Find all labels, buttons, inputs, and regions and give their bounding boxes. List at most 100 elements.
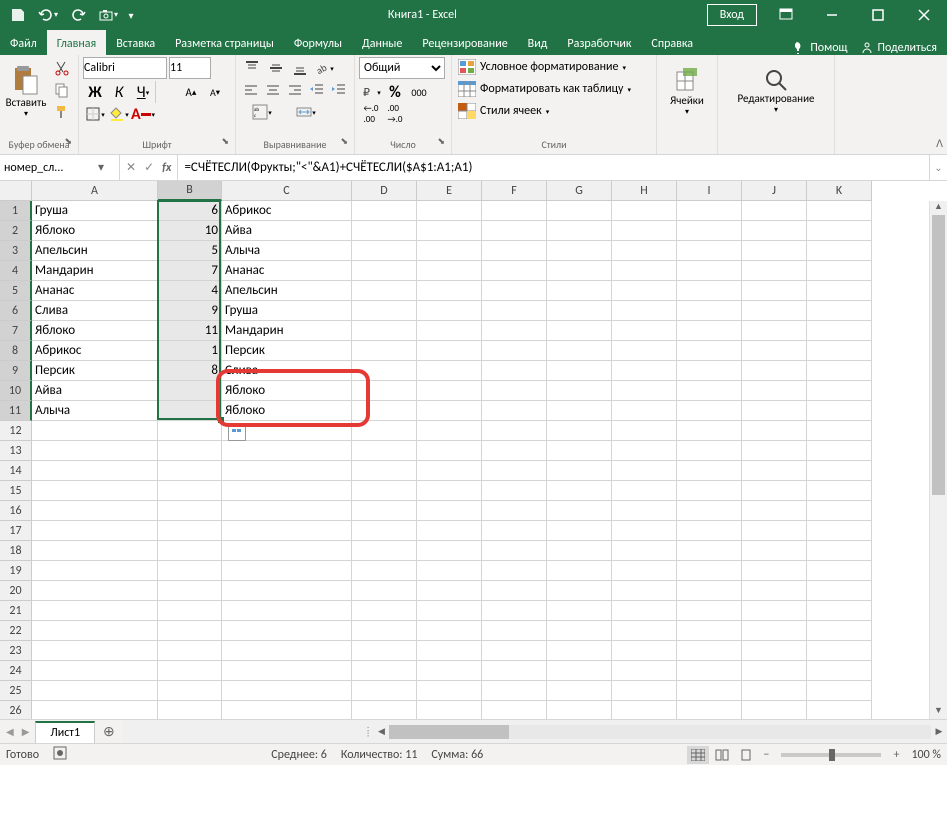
cell[interactable] (482, 701, 547, 719)
row-header[interactable]: 16 (0, 501, 32, 521)
cell[interactable] (677, 241, 742, 261)
row-header[interactable]: 25 (0, 681, 32, 701)
conditional-formatting-button[interactable]: Условное форматирование▾ (456, 57, 652, 77)
italic-button[interactable]: К (107, 81, 131, 103)
cell[interactable]: Персик (222, 341, 352, 361)
cell[interactable] (417, 241, 482, 261)
cell[interactable]: Груша (32, 201, 158, 221)
row-header[interactable]: 3 (0, 241, 32, 261)
cell[interactable] (677, 201, 742, 221)
cell[interactable] (807, 361, 872, 381)
cell[interactable]: 6 (158, 201, 222, 221)
percent-format-button[interactable]: % (383, 81, 407, 103)
cell[interactable] (352, 241, 417, 261)
cell[interactable] (482, 681, 547, 701)
cell[interactable] (807, 501, 872, 521)
cell[interactable]: 4 (158, 281, 222, 301)
cell[interactable]: Мандарин (222, 321, 352, 341)
vscroll-thumb[interactable] (932, 215, 945, 495)
name-box-dropdown-icon[interactable]: ▾ (94, 160, 108, 175)
cell[interactable] (32, 701, 158, 719)
cell[interactable] (612, 261, 677, 281)
cell[interactable] (612, 361, 677, 381)
cell[interactable] (352, 441, 417, 461)
cell[interactable] (677, 701, 742, 719)
cell[interactable] (352, 261, 417, 281)
cell[interactable] (158, 381, 222, 401)
cell[interactable] (352, 461, 417, 481)
sheet-nav-next-icon[interactable]: ▶ (22, 725, 30, 738)
cell[interactable] (547, 541, 612, 561)
cell[interactable] (32, 541, 158, 561)
cell[interactable] (417, 341, 482, 361)
cell[interactable]: Яблоко (222, 381, 352, 401)
cell[interactable] (742, 501, 807, 521)
align-right-button[interactable] (284, 79, 306, 101)
cell[interactable] (417, 281, 482, 301)
cell[interactable] (742, 241, 807, 261)
cell[interactable] (547, 421, 612, 441)
cell[interactable] (742, 561, 807, 581)
cell[interactable] (612, 221, 677, 241)
row-header[interactable]: 26 (0, 701, 32, 719)
font-name-input[interactable] (83, 57, 167, 79)
paste-button[interactable]: Вставить ▾ (4, 57, 48, 125)
qat-redo-icon[interactable] (64, 2, 92, 28)
cell[interactable] (677, 301, 742, 321)
cell[interactable] (742, 581, 807, 601)
cell[interactable] (32, 461, 158, 481)
number-launcher-icon[interactable]: ⬊ (437, 136, 445, 147)
cell[interactable] (222, 701, 352, 719)
cell[interactable]: Ананас (222, 261, 352, 281)
cell[interactable] (677, 221, 742, 241)
cell[interactable] (612, 441, 677, 461)
cell[interactable] (807, 241, 872, 261)
row-header[interactable]: 23 (0, 641, 32, 661)
cell[interactable] (742, 261, 807, 281)
cell[interactable] (352, 521, 417, 541)
font-color-button[interactable]: А▾ (131, 103, 155, 125)
cell[interactable] (677, 521, 742, 541)
font-launcher-icon[interactable]: ⬊ (221, 136, 229, 147)
cell[interactable] (677, 341, 742, 361)
merge-button[interactable]: ▾ (284, 101, 328, 123)
cell[interactable] (742, 601, 807, 621)
align-bottom-button[interactable] (288, 57, 312, 79)
close-icon[interactable] (901, 0, 947, 30)
cell[interactable] (417, 701, 482, 719)
cell[interactable] (482, 481, 547, 501)
row-header[interactable]: 6 (0, 301, 32, 321)
column-header[interactable]: B (158, 181, 222, 201)
cell[interactable]: Апельсин (32, 241, 158, 261)
orientation-button[interactable]: ab▾ (312, 57, 336, 79)
cell[interactable] (547, 241, 612, 261)
cell[interactable] (352, 301, 417, 321)
vertical-scrollbar[interactable]: ▲ ▼ (929, 201, 947, 719)
cell[interactable] (222, 661, 352, 681)
cell[interactable] (612, 401, 677, 421)
align-top-button[interactable] (240, 57, 264, 79)
cell[interactable] (677, 381, 742, 401)
column-header[interactable]: E (417, 181, 482, 201)
cell[interactable] (547, 641, 612, 661)
cell[interactable] (417, 401, 482, 421)
scroll-down-icon[interactable]: ▼ (930, 705, 947, 719)
cell[interactable]: Абрикос (32, 341, 158, 361)
borders-button[interactable]: ▾ (83, 103, 107, 125)
cell[interactable] (547, 701, 612, 719)
row-header[interactable]: 22 (0, 621, 32, 641)
cell[interactable] (807, 461, 872, 481)
view-page-layout-icon[interactable] (711, 746, 733, 764)
cell[interactable] (742, 381, 807, 401)
expand-formula-bar-icon[interactable]: ⌄ (929, 155, 947, 180)
cell[interactable] (612, 681, 677, 701)
cell[interactable]: Яблоко (222, 401, 352, 421)
cell[interactable] (222, 681, 352, 701)
scroll-up-icon[interactable]: ▲ (930, 201, 947, 215)
column-header[interactable]: F (482, 181, 547, 201)
row-header[interactable]: 19 (0, 561, 32, 581)
fx-icon[interactable]: fx (162, 161, 171, 175)
align-launcher-icon[interactable]: ⬊ (340, 136, 348, 147)
cell[interactable] (547, 481, 612, 501)
cell[interactable] (352, 221, 417, 241)
